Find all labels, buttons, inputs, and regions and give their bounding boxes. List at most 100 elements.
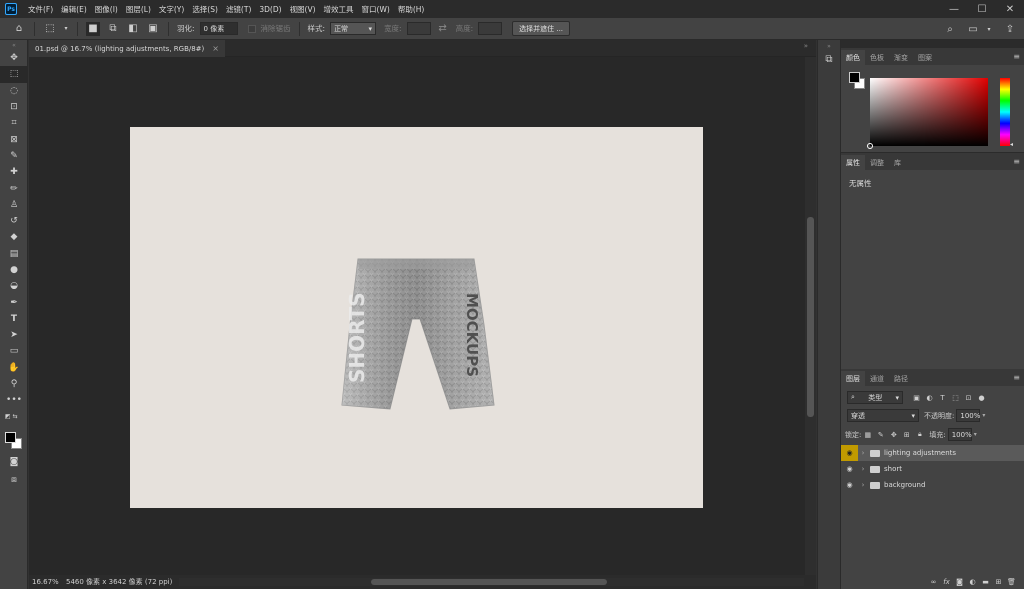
style-select[interactable]: 正常 ▾ bbox=[330, 22, 377, 35]
horizontal-scrollbar[interactable] bbox=[179, 578, 804, 586]
collapse-icon[interactable]: « bbox=[0, 40, 28, 50]
add-mask-icon[interactable]: ◙ bbox=[954, 576, 965, 587]
layer-row[interactable]: ◉ › background bbox=[841, 477, 1024, 493]
menu-file[interactable]: 文件(F) bbox=[24, 4, 57, 15]
frame-tool-icon[interactable]: ⊠ bbox=[0, 131, 28, 147]
visibility-eye-icon[interactable]: ◉ bbox=[841, 461, 858, 477]
new-layer-icon[interactable]: ⊞ bbox=[993, 576, 1004, 587]
more-tools-icon[interactable]: ••• bbox=[0, 392, 28, 408]
panel-menu-icon[interactable]: ≡ bbox=[1013, 373, 1020, 382]
filter-shape-icon[interactable]: ⬚ bbox=[950, 392, 961, 403]
opacity-input[interactable]: 100% bbox=[956, 409, 980, 422]
home-icon[interactable]: ⌂ bbox=[12, 22, 26, 36]
chevron-down-icon[interactable]: ▾ bbox=[982, 412, 985, 419]
menu-3d[interactable]: 3D(D) bbox=[255, 5, 285, 14]
eraser-tool-icon[interactable]: ◆ bbox=[0, 229, 28, 245]
close-window-button[interactable]: ✕ bbox=[996, 0, 1024, 18]
tab-swatches[interactable]: 色板 bbox=[865, 50, 889, 65]
filter-type-icon[interactable]: T bbox=[937, 392, 948, 403]
crop-tool-icon[interactable]: ⌗ bbox=[0, 115, 28, 131]
tab-paths[interactable]: 路径 bbox=[889, 371, 913, 386]
link-layers-icon[interactable]: ∞ bbox=[928, 576, 939, 587]
filter-pixel-icon[interactable]: ▣ bbox=[911, 392, 922, 403]
menu-select[interactable]: 选择(S) bbox=[188, 4, 222, 15]
expand-icon[interactable]: » bbox=[818, 43, 840, 50]
move-tool-icon[interactable]: ✥ bbox=[0, 50, 28, 66]
subtract-selection-icon[interactable]: ◧ bbox=[126, 22, 140, 36]
menu-type[interactable]: 文字(Y) bbox=[155, 4, 188, 15]
tab-channels[interactable]: 通道 bbox=[865, 371, 889, 386]
panel-menu-icon[interactable]: ≡ bbox=[1013, 157, 1020, 166]
visibility-eye-icon[interactable]: ◉ bbox=[841, 477, 858, 493]
foreground-color-chip[interactable] bbox=[849, 72, 860, 83]
blur-tool-icon[interactable]: ● bbox=[0, 262, 28, 278]
screen-mode-icon[interactable]: ⧈ bbox=[0, 472, 28, 488]
lasso-tool-icon[interactable]: ◌ bbox=[0, 83, 28, 99]
layer-row[interactable]: ◉ › short bbox=[841, 461, 1024, 477]
rect-marquee-tool-icon[interactable]: ⬚ bbox=[0, 66, 28, 83]
swap-dimensions-icon[interactable]: ⇄ bbox=[436, 22, 450, 36]
select-and-mask-button[interactable]: 选择并遮住 ... bbox=[512, 21, 571, 36]
close-icon[interactable]: × bbox=[212, 44, 219, 53]
path-select-tool-icon[interactable]: ➤ bbox=[0, 327, 28, 343]
gradient-tool-icon[interactable]: ▤ bbox=[0, 246, 28, 262]
lock-position-icon[interactable]: ✥ bbox=[888, 429, 899, 440]
healing-brush-tool-icon[interactable]: ✚ bbox=[0, 164, 28, 180]
rect-marquee-preset-icon[interactable]: ⬚ bbox=[43, 22, 57, 36]
lock-image-icon[interactable]: ✎ bbox=[875, 429, 886, 440]
delete-layer-icon[interactable]: 🗑︎ bbox=[1006, 576, 1017, 587]
tab-adjustments[interactable]: 调整 bbox=[865, 155, 889, 170]
layer-filter-select[interactable]: ⌕ 类型 ▾ bbox=[847, 391, 903, 404]
workspace-icon[interactable]: ▭ bbox=[966, 22, 980, 36]
brush-tool-icon[interactable]: ✏ bbox=[0, 180, 28, 196]
document-canvas[interactable]: SHORTS MOCKUPS bbox=[130, 127, 703, 508]
menu-plugins[interactable]: 增效工具 bbox=[320, 4, 358, 15]
menu-filter[interactable]: 滤镜(T) bbox=[222, 4, 255, 15]
horizontal-scroll-thumb[interactable] bbox=[371, 579, 607, 585]
tab-properties[interactable]: 属性 bbox=[841, 155, 865, 170]
menu-window[interactable]: 窗口(W) bbox=[358, 4, 394, 15]
tab-layers[interactable]: 图层 bbox=[841, 371, 865, 386]
tab-gradients[interactable]: 渐变 bbox=[889, 50, 913, 65]
lock-artboard-icon[interactable]: ⊞ bbox=[901, 429, 912, 440]
dodge-tool-icon[interactable]: ◒ bbox=[0, 278, 28, 294]
minimize-button[interactable]: — bbox=[940, 0, 968, 18]
history-panel-icon[interactable]: ⧉ bbox=[818, 54, 840, 65]
menu-edit[interactable]: 编辑(E) bbox=[57, 4, 91, 15]
layer-style-icon[interactable]: fx bbox=[941, 576, 952, 587]
chevron-right-icon[interactable]: » bbox=[804, 42, 808, 50]
share-icon[interactable]: ⇪ bbox=[1003, 22, 1017, 36]
foreground-color-swatch[interactable] bbox=[5, 432, 16, 443]
menu-layer[interactable]: 图层(L) bbox=[122, 4, 155, 15]
object-select-tool-icon[interactable]: ⊡ bbox=[0, 99, 28, 115]
hand-tool-icon[interactable]: ✋ bbox=[0, 360, 28, 376]
fill-input[interactable]: 100% bbox=[947, 428, 972, 441]
menu-view[interactable]: 视图(V) bbox=[286, 4, 320, 15]
feather-input[interactable]: 0 像素 bbox=[199, 22, 238, 35]
zoom-level[interactable]: 16.67% bbox=[32, 578, 60, 586]
visibility-eye-icon[interactable]: ◉ bbox=[841, 445, 858, 461]
hue-slider-pointer[interactable]: ◂ bbox=[1010, 141, 1013, 148]
intersect-selection-icon[interactable]: ▣ bbox=[146, 22, 160, 36]
vertical-scroll-thumb[interactable] bbox=[807, 217, 814, 417]
layer-row[interactable]: ◉ › lighting adjustments bbox=[841, 445, 1024, 461]
maximize-button[interactable]: ☐ bbox=[968, 0, 996, 18]
menu-help[interactable]: 帮助(H) bbox=[394, 4, 429, 15]
lock-all-icon[interactable]: 🔒︎ bbox=[914, 429, 925, 440]
filter-smart-object-icon[interactable]: ⊡ bbox=[963, 392, 974, 403]
height-input[interactable] bbox=[478, 22, 503, 35]
hue-slider[interactable] bbox=[1000, 78, 1010, 146]
chevron-down-icon[interactable]: ▾ bbox=[986, 22, 992, 36]
menu-image[interactable]: 图像(I) bbox=[91, 4, 122, 15]
vertical-scrollbar[interactable] bbox=[805, 57, 816, 575]
add-selection-icon[interactable]: ⧉ bbox=[106, 22, 120, 36]
antialias-checkbox[interactable] bbox=[247, 24, 256, 33]
quick-mask-icon[interactable]: ◙ bbox=[0, 454, 28, 470]
filter-toggle-icon[interactable]: ● bbox=[976, 392, 987, 403]
default-colors-icon[interactable]: ◩ ⇆ bbox=[0, 409, 28, 425]
new-selection-icon[interactable]: ■ bbox=[86, 21, 100, 36]
color-picker-cursor[interactable] bbox=[867, 143, 873, 149]
history-brush-tool-icon[interactable]: ↺ bbox=[0, 213, 28, 229]
tab-patterns[interactable]: 图案 bbox=[913, 50, 937, 65]
lock-transparent-icon[interactable]: ▦ bbox=[862, 429, 873, 440]
